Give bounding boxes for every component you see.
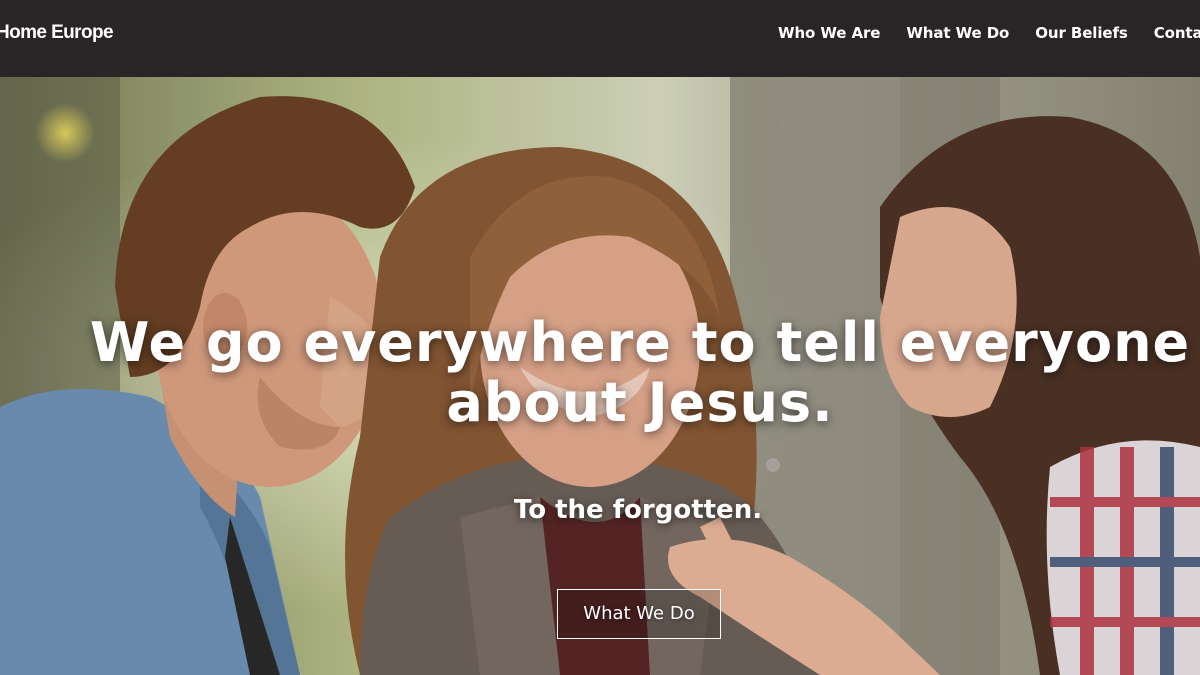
site-header: Home Europe Who We Are What We Do Our Be… bbox=[0, 0, 1200, 77]
site-logo[interactable]: Home Europe bbox=[0, 22, 114, 44]
hero-headline-line-2: about Jesus. bbox=[446, 371, 834, 434]
nav-link-what-we-do[interactable]: What We Do bbox=[906, 24, 1009, 42]
main-nav: Who We Are What We Do Our Beliefs Contac… bbox=[778, 24, 1200, 42]
hero-headline: We go everywhere to tell everyone about … bbox=[40, 313, 1200, 433]
what-we-do-button[interactable]: What We Do bbox=[557, 589, 721, 639]
hero-headline-line-1: We go everywhere to tell everyone bbox=[89, 311, 1191, 374]
hero-section: We go everywhere to tell everyone about … bbox=[0, 77, 1200, 675]
nav-link-our-beliefs[interactable]: Our Beliefs bbox=[1035, 24, 1128, 42]
hero-content: We go everywhere to tell everyone about … bbox=[0, 77, 1200, 675]
hero-subheadline: To the forgotten. bbox=[513, 495, 763, 525]
nav-link-who-we-are[interactable]: Who We Are bbox=[778, 24, 880, 42]
nav-link-contact[interactable]: Contact U bbox=[1154, 24, 1200, 42]
